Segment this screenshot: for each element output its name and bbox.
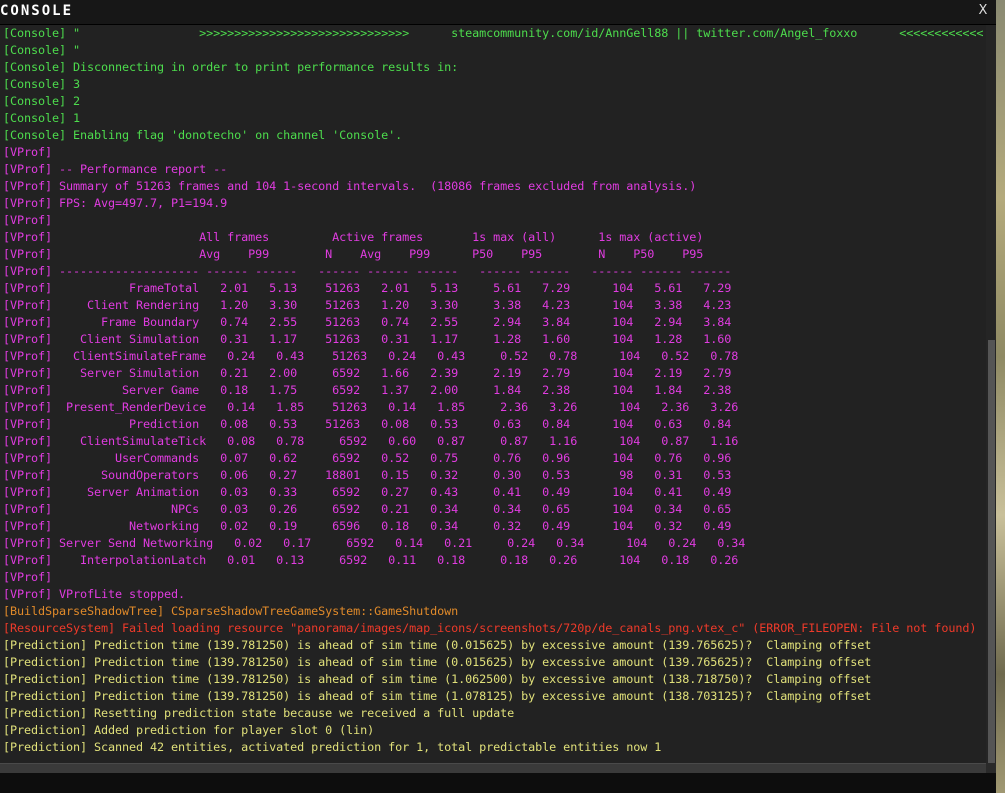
log-line-prediction: [Prediction] Scanned 42 entities, activa… bbox=[3, 740, 662, 754]
log-line-prediction: [Prediction] Prediction time (139.781250… bbox=[3, 638, 872, 652]
log-line-prediction: [Prediction] Prediction time (139.781250… bbox=[3, 655, 872, 669]
log-line-prediction: [Prediction] Prediction time (139.781250… bbox=[3, 672, 872, 686]
log-line-resource: [ResourceSystem] Failed loading resource… bbox=[3, 621, 977, 635]
window-title: CONSOLE bbox=[0, 3, 74, 19]
close-button[interactable]: X bbox=[976, 3, 990, 19]
log-line-console: [Console] " bbox=[3, 43, 81, 57]
log-line-console: [Console] " >>>>>>>>>>>>>>>>>>>>>>>>>>>>… bbox=[3, 26, 984, 40]
console-input[interactable] bbox=[0, 763, 986, 773]
log-line-vprof: [VProf] ClientSimulateFrame 0.24 0.43 51… bbox=[3, 349, 739, 363]
log-line-vprof: [VProf] Server Animation 0.03 0.33 6592 … bbox=[3, 485, 732, 499]
log-line-vprof: [VProf] InterpolationLatch 0.01 0.13 659… bbox=[3, 553, 739, 567]
log-line-vprof: [VProf] bbox=[3, 570, 53, 584]
log-line-vprof: [VProf] NPCs 0.03 0.26 6592 0.21 0.34 0.… bbox=[3, 502, 732, 516]
log-line-console: [Console] 3 bbox=[3, 77, 81, 91]
log-line-vprof: [VProf] Server Simulation 0.21 2.00 6592… bbox=[3, 366, 732, 380]
log-line-console: [Console] Disconnecting in order to prin… bbox=[3, 60, 459, 74]
console-log[interactable]: [Console] " >>>>>>>>>>>>>>>>>>>>>>>>>>>>… bbox=[0, 25, 986, 763]
background-game-scene bbox=[996, 0, 1005, 793]
log-line-vprof: [VProf] UserCommands 0.07 0.62 6592 0.52… bbox=[3, 451, 732, 465]
log-line-build: [BuildSparseShadowTree] CSparseShadowTre… bbox=[3, 604, 459, 618]
log-line-vprof: [VProf] Client Simulation 0.31 1.17 5126… bbox=[3, 332, 732, 346]
log-line-vprof: [VProf] -------------------- ------ ----… bbox=[3, 264, 732, 278]
log-line-console: [Console] 1 bbox=[3, 111, 81, 125]
log-line-prediction: [Prediction] Prediction time (139.781250… bbox=[3, 689, 872, 703]
log-line-prediction: [Prediction] Added prediction for player… bbox=[3, 723, 375, 737]
log-line-vprof: [VProf] VProfLite stopped. bbox=[3, 587, 186, 601]
log-line-vprof: [VProf] Prediction 0.08 0.53 51263 0.08 … bbox=[3, 417, 732, 431]
log-line-vprof: [VProf] bbox=[3, 145, 53, 159]
bottom-bar bbox=[0, 773, 996, 793]
log-line-vprof: [VProf] FPS: Avg=497.7, P1=194.9 bbox=[3, 196, 228, 210]
log-line-vprof: [VProf] -- Performance report -- bbox=[3, 162, 228, 176]
log-line-vprof: [VProf] Server Game 0.18 1.75 6592 1.37 … bbox=[3, 383, 732, 397]
title-bar: CONSOLE X bbox=[0, 0, 1005, 25]
log-line-vprof: [VProf] Avg P99 N Avg P99 P50 P95 N P50 … bbox=[3, 247, 704, 261]
log-line-vprof: [VProf] Client Rendering 1.20 3.30 51263… bbox=[3, 298, 732, 312]
log-line-console: [Console] Enabling flag 'donotecho' on c… bbox=[3, 128, 403, 142]
log-line-vprof: [VProf] Frame Boundary 0.74 2.55 51263 0… bbox=[3, 315, 732, 329]
log-line-vprof: [VProf] Summary of 51263 frames and 104 … bbox=[3, 179, 697, 193]
log-line-console: [Console] 2 bbox=[3, 94, 81, 108]
log-line-vprof: [VProf] FrameTotal 2.01 5.13 51263 2.01 … bbox=[3, 281, 732, 295]
log-line-vprof: [VProf] ClientSimulateTick 0.08 0.78 659… bbox=[3, 434, 739, 448]
log-line-vprof: [VProf] All frames Active frames 1s max … bbox=[3, 230, 704, 244]
log-line-vprof: [VProf] Networking 0.02 0.19 6596 0.18 0… bbox=[3, 519, 732, 533]
log-line-prediction: [Prediction] Resetting prediction state … bbox=[3, 706, 515, 720]
log-line-vprof: [VProf] Present_RenderDevice 0.14 1.85 5… bbox=[3, 400, 739, 414]
scrollbar-thumb[interactable] bbox=[988, 340, 995, 763]
log-line-vprof: [VProf] Server Send Networking 0.02 0.17… bbox=[3, 536, 746, 550]
log-line-vprof: [VProf] bbox=[3, 213, 53, 227]
log-line-vprof: [VProf] SoundOperators 0.06 0.27 18801 0… bbox=[3, 468, 732, 482]
